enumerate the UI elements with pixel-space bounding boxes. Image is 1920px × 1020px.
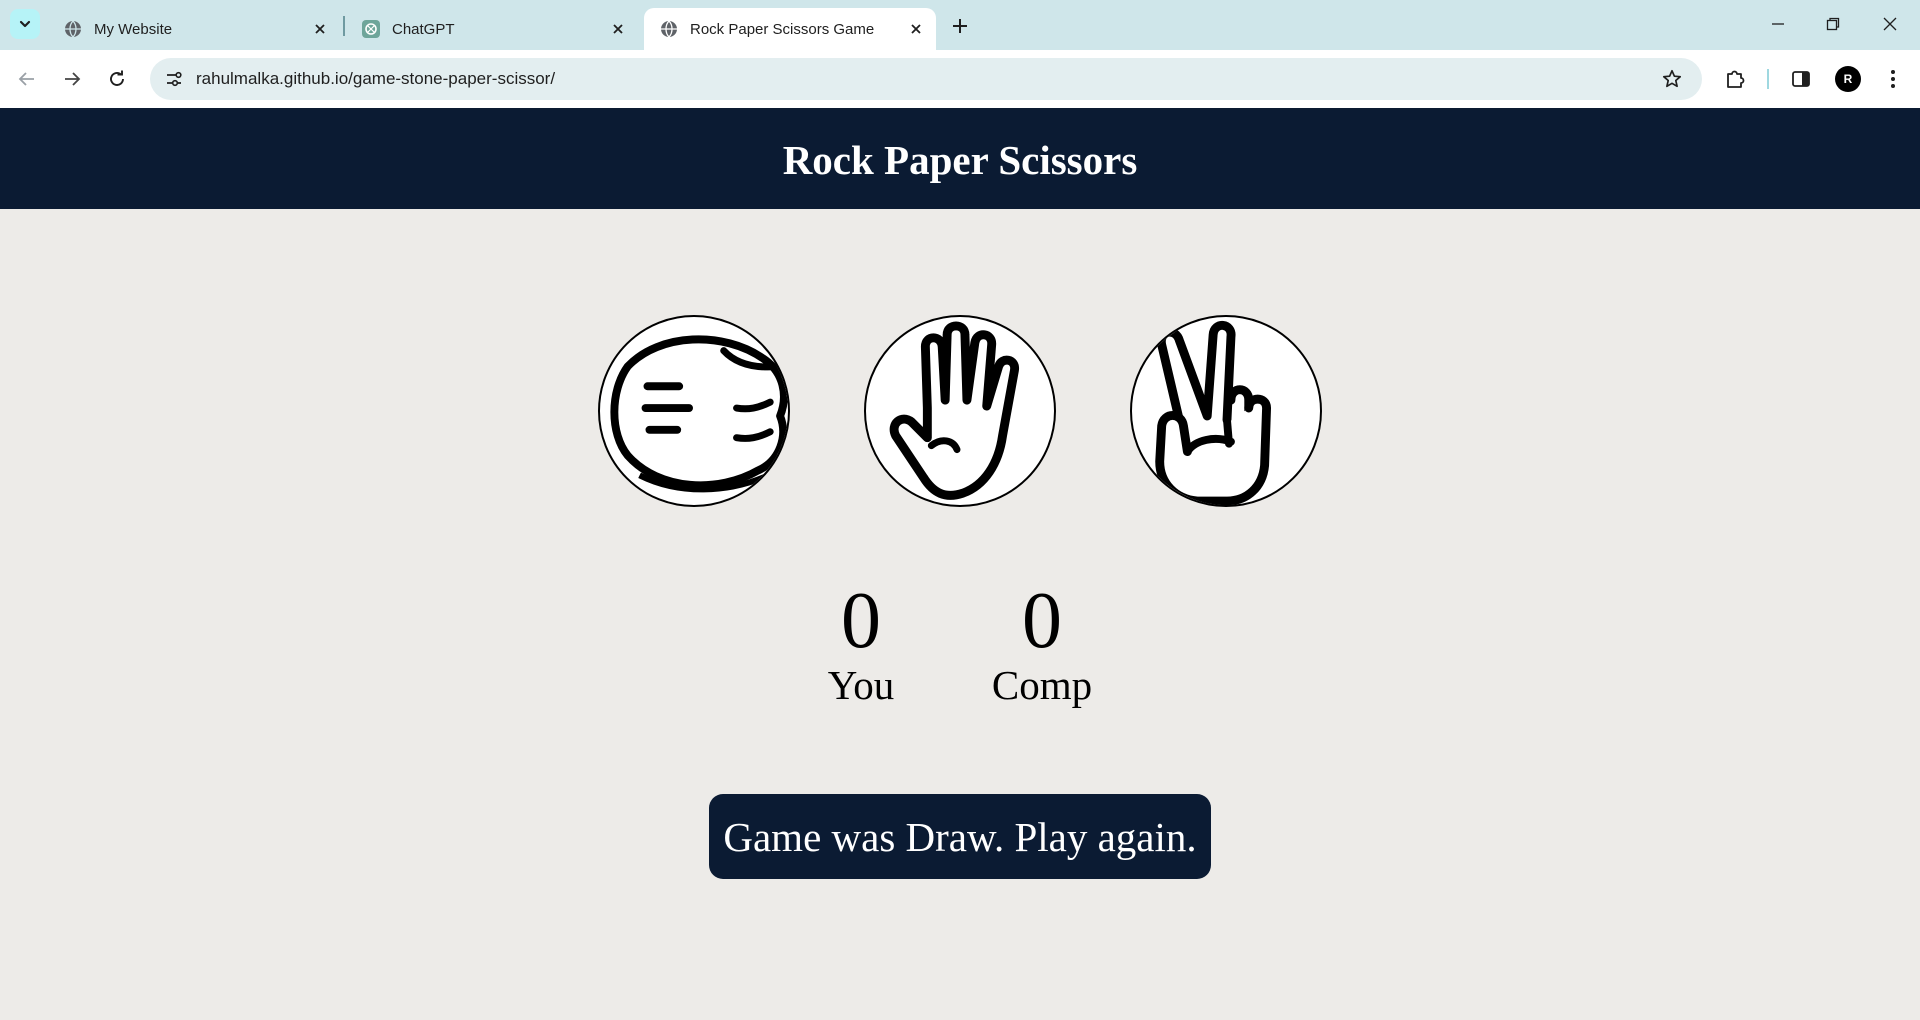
close-window-button[interactable] (1870, 8, 1910, 40)
menu-button[interactable] (1876, 62, 1910, 96)
user-score-label: You (827, 662, 895, 708)
minimize-button[interactable] (1758, 8, 1798, 40)
puzzle-icon (1727, 70, 1745, 88)
arrow-right-icon (65, 72, 81, 86)
tab-title: Rock Paper Scissors Game (690, 20, 875, 38)
address-bar[interactable]: rahulmalka.github.io/game-stone-paper-sc… (150, 58, 1702, 100)
side-panel-button[interactable] (1784, 62, 1818, 96)
comp-score: 0 Comp (962, 574, 1122, 708)
rock-fist-icon (610, 335, 788, 493)
restore-icon (1826, 17, 1840, 31)
forward-button[interactable] (55, 62, 89, 96)
profile-avatar[interactable]: R (1835, 66, 1861, 92)
paper-hand-icon (889, 321, 1019, 500)
back-button[interactable] (10, 62, 44, 96)
globe-icon (660, 20, 678, 38)
reload-button[interactable] (100, 62, 134, 96)
tab-search-button[interactable] (10, 9, 40, 39)
tab-rock-paper-scissors[interactable]: Rock Paper Scissors Game (644, 8, 936, 50)
user-score: 0 You (781, 574, 941, 708)
tab-title: ChatGPT (392, 20, 455, 38)
page-header: Rock Paper Scissors (0, 108, 1920, 209)
scissors-choice[interactable] (1130, 315, 1322, 507)
tab-separator (343, 16, 345, 36)
new-tab-button[interactable] (947, 13, 973, 39)
browser-toolbar: rahulmalka.github.io/game-stone-paper-sc… (0, 50, 1920, 108)
browser-tabstrip: My Website ChatGPT Rock Paper Scissors G… (0, 0, 1920, 50)
side-panel-icon (1792, 71, 1810, 87)
arrow-left-icon (18, 72, 34, 86)
tab-chatgpt[interactable]: ChatGPT (346, 8, 638, 50)
comp-score-label: Comp (991, 662, 1093, 708)
tab-title: My Website (94, 20, 173, 38)
close-icon[interactable] (606, 17, 630, 41)
user-score-value: 0 (841, 577, 881, 665)
site-settings-icon[interactable] (158, 63, 190, 95)
plus-icon (953, 19, 967, 33)
result-message: Game was Draw. Play again. (709, 794, 1211, 879)
tab-my-website[interactable]: My Website (48, 8, 340, 50)
page-title: Rock Paper Scissors (782, 136, 1138, 183)
chevron-down-icon (19, 20, 31, 28)
close-icon (1883, 17, 1897, 31)
toolbar-divider (1767, 69, 1769, 89)
rock-choice[interactable] (598, 315, 790, 507)
chatgpt-icon (362, 20, 380, 38)
globe-icon (64, 20, 82, 38)
close-icon[interactable] (904, 17, 928, 41)
url-text[interactable]: rahulmalka.github.io/game-stone-paper-sc… (196, 69, 555, 89)
scissors-hand-icon (1155, 320, 1272, 505)
minimize-icon (1772, 23, 1784, 25)
bookmark-star-icon[interactable] (1660, 67, 1684, 91)
extensions-button[interactable] (1718, 62, 1752, 96)
restore-button[interactable] (1813, 8, 1853, 40)
comp-score-value: 0 (1022, 577, 1062, 665)
close-icon[interactable] (308, 17, 332, 41)
more-vert-icon (1891, 70, 1895, 88)
choices-row (0, 315, 1920, 507)
paper-choice[interactable] (864, 315, 1056, 507)
reload-icon (110, 70, 124, 86)
